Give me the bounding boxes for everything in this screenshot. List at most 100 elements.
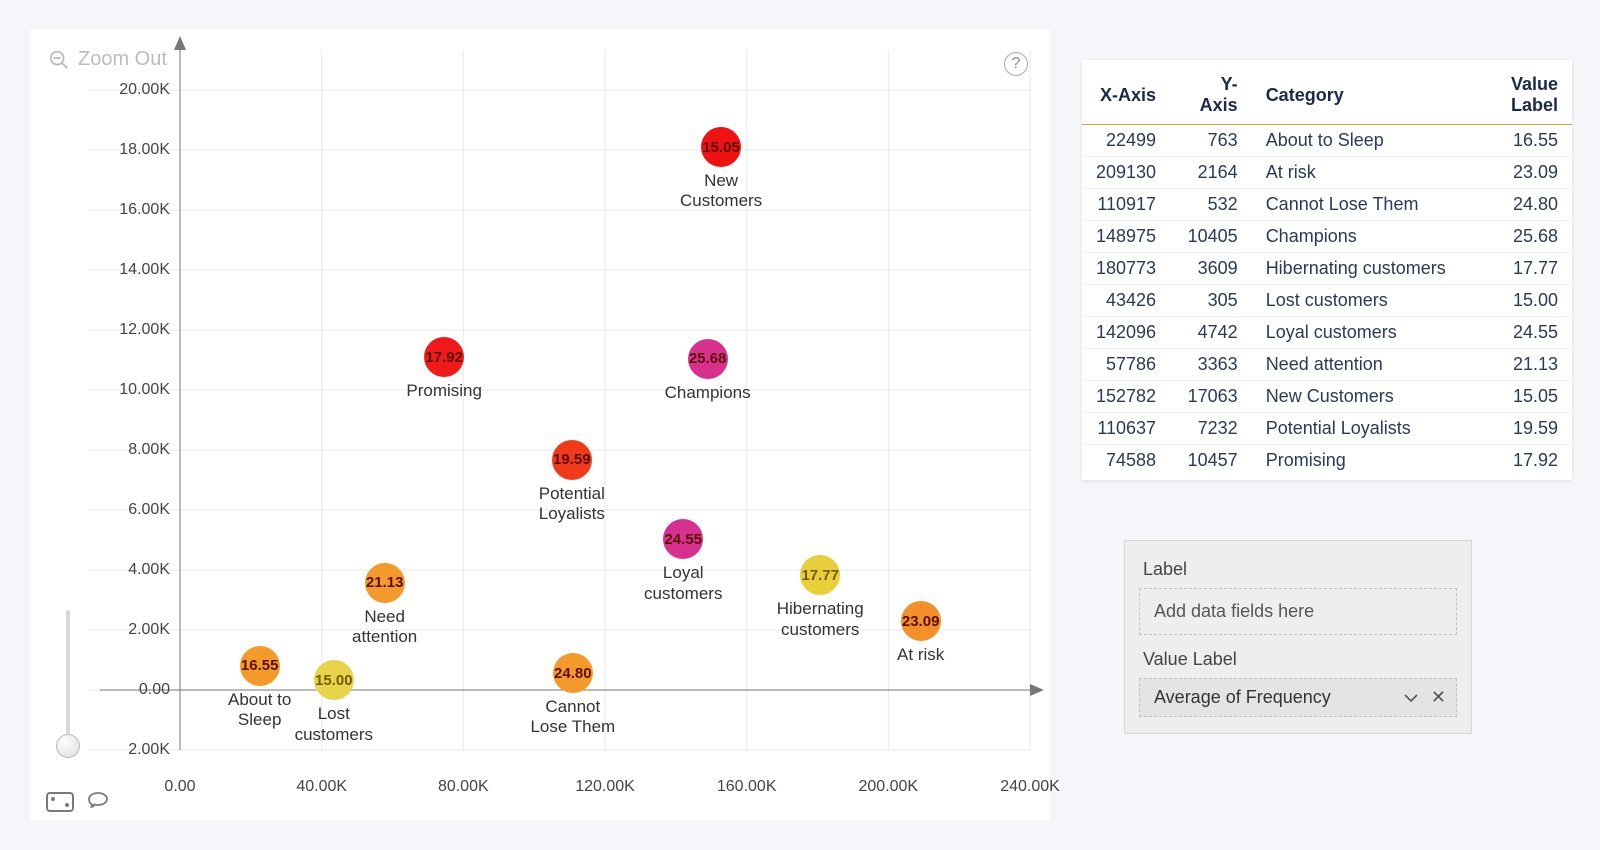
- cell-value-label: 17.77: [1460, 253, 1572, 285]
- y-tick: 10.00K: [119, 381, 170, 399]
- bubble-label: Loyalcustomers: [613, 563, 753, 604]
- table-row[interactable]: 1807733609Hibernating customers17.77: [1082, 253, 1572, 285]
- cell-x: 142096: [1082, 317, 1170, 349]
- x-tick: 120.00K: [575, 778, 635, 796]
- y-tick: 2.00K: [128, 741, 170, 759]
- col-x[interactable]: X-Axis: [1082, 68, 1170, 125]
- table-row[interactable]: 1106377232Potential Loyalists19.59: [1082, 413, 1572, 445]
- bubble-label: At risk: [851, 645, 991, 665]
- y-tick: 6.00K: [128, 501, 170, 519]
- table-row[interactable]: 22499763About to Sleep16.55: [1082, 125, 1572, 157]
- cell-category: At risk: [1252, 157, 1460, 189]
- cell-value-label: 24.55: [1460, 317, 1572, 349]
- x-tick: 240.00K: [1000, 778, 1060, 796]
- cell-y: 4742: [1170, 317, 1252, 349]
- bubble-label: Champions: [638, 383, 778, 403]
- cell-x: 74588: [1082, 445, 1170, 477]
- bubble-lost-customers[interactable]: 15.00: [314, 660, 354, 700]
- bubble-champions[interactable]: 25.68: [688, 339, 728, 379]
- bubble-loyal-customers[interactable]: 24.55: [663, 519, 703, 559]
- value-label-field-caption: Value Label: [1143, 649, 1453, 670]
- table-row[interactable]: 110917532Cannot Lose Them24.80: [1082, 189, 1572, 221]
- cell-y: 763: [1170, 125, 1252, 157]
- cell-category: Need attention: [1252, 349, 1460, 381]
- cell-x: 209130: [1082, 157, 1170, 189]
- bubble-cannot-lose-them[interactable]: 24.80: [553, 653, 593, 693]
- cell-y: 17063: [1170, 381, 1252, 413]
- x-tick: 80.00K: [438, 778, 489, 796]
- table-row[interactable]: 15278217063New Customers15.05: [1082, 381, 1572, 413]
- table-row[interactable]: 43426305Lost customers15.00: [1082, 285, 1572, 317]
- bubble-need-attention[interactable]: 21.13: [365, 563, 405, 603]
- cell-x: 110637: [1082, 413, 1170, 445]
- bubble-hibernating-customers[interactable]: 17.77: [800, 555, 840, 595]
- cell-y: 3609: [1170, 253, 1252, 285]
- cell-y: 532: [1170, 189, 1252, 221]
- bubble-label: PotentialLoyalists: [502, 484, 642, 525]
- cell-category: About to Sleep: [1252, 125, 1460, 157]
- cell-x: 43426: [1082, 285, 1170, 317]
- table-row[interactable]: 7458810457Promising17.92: [1082, 445, 1572, 477]
- cell-value-label: 16.55: [1460, 125, 1572, 157]
- cell-y: 2164: [1170, 157, 1252, 189]
- cell-value-label: 19.59: [1460, 413, 1572, 445]
- bubble-label: CannotLose Them: [503, 697, 643, 738]
- cell-value-label: 15.00: [1460, 285, 1572, 317]
- cell-value-label: 25.68: [1460, 221, 1572, 253]
- zoom-slider-thumb[interactable]: [56, 734, 80, 758]
- y-tick: 8.00K: [128, 441, 170, 459]
- col-cat[interactable]: Category: [1252, 68, 1460, 125]
- bubble-at-risk[interactable]: 23.09: [901, 601, 941, 641]
- cell-y: 10405: [1170, 221, 1252, 253]
- table-row[interactable]: 2091302164At risk23.09: [1082, 157, 1572, 189]
- x-tick: 0.00: [164, 778, 195, 796]
- cell-y: 10457: [1170, 445, 1252, 477]
- label-field-caption: Label: [1143, 559, 1453, 580]
- cell-value-label: 21.13: [1460, 349, 1572, 381]
- cell-category: Hibernating customers: [1252, 253, 1460, 285]
- cell-value-label: 23.09: [1460, 157, 1572, 189]
- fields-panel: Label Add data fields here Value Label A…: [1124, 540, 1472, 734]
- cell-value-label: 24.80: [1460, 189, 1572, 221]
- cell-x: 152782: [1082, 381, 1170, 413]
- col-y[interactable]: Y-Axis: [1170, 68, 1252, 125]
- bubble-promising[interactable]: 17.92: [424, 337, 464, 377]
- y-tick: 0.00: [139, 681, 170, 699]
- label-field-dropzone[interactable]: Add data fields here: [1139, 588, 1457, 635]
- cell-x: 180773: [1082, 253, 1170, 285]
- bubble-label: Lostcustomers: [264, 704, 404, 745]
- chart-panel: Zoom Out ?: [30, 30, 1050, 820]
- x-tick: 160.00K: [717, 778, 777, 796]
- cell-y: 3363: [1170, 349, 1252, 381]
- value-label-field-pill[interactable]: Average of Frequency ✕: [1139, 678, 1457, 717]
- cell-category: Potential Loyalists: [1252, 413, 1460, 445]
- y-tick: 12.00K: [119, 321, 170, 339]
- cell-category: New Customers: [1252, 381, 1460, 413]
- value-label-field-text: Average of Frequency: [1154, 687, 1331, 708]
- cell-x: 22499: [1082, 125, 1170, 157]
- cell-category: Promising: [1252, 445, 1460, 477]
- bubble-new-customers[interactable]: 15.05: [701, 127, 741, 167]
- table-row[interactable]: 577863363Need attention21.13: [1082, 349, 1572, 381]
- y-tick: 20.00K: [119, 81, 170, 99]
- table-row[interactable]: 14897510405Champions25.68: [1082, 221, 1572, 253]
- y-tick: 4.00K: [128, 561, 170, 579]
- y-tick: 14.00K: [119, 261, 170, 279]
- bubble-label: Promising: [374, 381, 514, 401]
- table-header-row: X-Axis Y-Axis Category Value Label: [1082, 68, 1572, 125]
- bubble-label: Hibernatingcustomers: [750, 599, 890, 640]
- cell-y: 305: [1170, 285, 1252, 317]
- x-tick: 200.00K: [858, 778, 918, 796]
- remove-field-icon[interactable]: ✕: [1431, 687, 1446, 708]
- lasso-select-icon[interactable]: [86, 790, 110, 814]
- table-row[interactable]: 1420964742Loyal customers24.55: [1082, 317, 1572, 349]
- y-tick: 18.00K: [119, 141, 170, 159]
- bubble-about-to-sleep[interactable]: 16.55: [240, 646, 280, 686]
- cell-category: Loyal customers: [1252, 317, 1460, 349]
- bubble-potential-loyalists[interactable]: 19.59: [552, 440, 592, 480]
- chevron-down-icon[interactable]: [1403, 690, 1419, 706]
- col-vl[interactable]: Value Label: [1460, 68, 1572, 125]
- rectangle-select-icon[interactable]: [46, 792, 74, 812]
- cell-category: Lost customers: [1252, 285, 1460, 317]
- cell-category: Champions: [1252, 221, 1460, 253]
